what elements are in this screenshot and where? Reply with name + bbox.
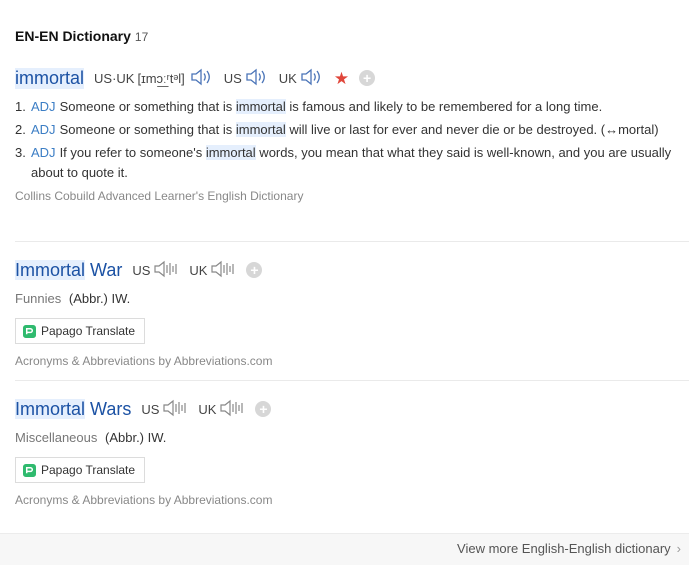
star-icon[interactable]: ★ bbox=[334, 70, 349, 87]
pronunciation-us: US bbox=[141, 398, 188, 421]
abbreviation-meaning: Miscellaneous (Abbr.) IW. bbox=[15, 430, 167, 445]
papago-translate-button[interactable]: Papago Translate bbox=[15, 457, 146, 483]
result-count: 17 bbox=[134, 30, 149, 44]
part-of-speech: ADJ bbox=[31, 99, 56, 114]
add-wordbook-icon[interactable]: + bbox=[255, 401, 272, 417]
headword-link[interactable]: Immortal War bbox=[15, 259, 122, 281]
entry-immortal: immortal US·UK [ɪmɔ͟ːʳtᵊl] US UK ★ + 1. … bbox=[15, 65, 689, 203]
highlighted-term: immortal bbox=[235, 122, 286, 137]
pronunciation-us-uk: US·UK [ɪmɔ͟ːʳtᵊl] bbox=[94, 67, 214, 90]
footer-bar: View more English-English dictionary › bbox=[0, 533, 689, 565]
add-wordbook-icon[interactable]: + bbox=[359, 70, 376, 86]
papago-icon bbox=[23, 463, 36, 477]
pronunciation-us: US bbox=[224, 67, 269, 90]
entry-immortal-war: Immortal War US UK + Funnies (Abbr.) IW.… bbox=[15, 257, 689, 368]
category-label: Miscellaneous bbox=[15, 430, 98, 445]
section-title: EN-EN Dictionary bbox=[15, 28, 131, 44]
headword-link[interactable]: immortal bbox=[15, 67, 85, 89]
category-label: Funnies bbox=[15, 291, 62, 306]
definition-item: 3. ADJ If you refer to someone's immortal… bbox=[15, 145, 672, 180]
dictionary-source: Acronyms & Abbreviations by Abbreviation… bbox=[15, 493, 273, 507]
highlighted-term: immortal bbox=[235, 99, 286, 114]
papago-icon bbox=[23, 324, 36, 338]
chevron-right-icon: › bbox=[676, 541, 681, 556]
phonetic-transcription: [ɪmɔ͟ːʳtᵊl] bbox=[137, 70, 185, 86]
speaker-icon[interactable] bbox=[245, 67, 269, 90]
section-header: EN-EN Dictionary 17 bbox=[15, 28, 148, 44]
speaker-icon[interactable] bbox=[190, 67, 214, 90]
speaker-icon[interactable] bbox=[300, 67, 324, 90]
divider bbox=[15, 380, 689, 381]
headword-link[interactable]: Immortal Wars bbox=[15, 398, 131, 420]
definition-item: 2. ADJ Someone or something that is immor… bbox=[15, 122, 659, 137]
add-wordbook-icon[interactable]: + bbox=[246, 262, 263, 278]
definition-list: 1. ADJ Someone or something that is immor… bbox=[15, 97, 689, 183]
pronunciation-us: US bbox=[132, 259, 179, 282]
dictionary-source: Collins Cobuild Advanced Learner's Engli… bbox=[15, 189, 304, 203]
entry-immortal-wars: Immortal Wars US UK + Miscellaneous (Abb… bbox=[15, 396, 689, 507]
speaker-icon[interactable] bbox=[210, 259, 236, 282]
abbreviation-meaning: Funnies (Abbr.) IW. bbox=[15, 291, 131, 306]
pronunciation-uk: UK bbox=[189, 259, 236, 282]
part-of-speech: ADJ bbox=[31, 145, 56, 160]
speaker-icon[interactable] bbox=[153, 259, 179, 282]
divider bbox=[15, 241, 689, 242]
pronunciation-uk: UK bbox=[198, 398, 245, 421]
part-of-speech: ADJ bbox=[31, 122, 56, 137]
papago-translate-button[interactable]: Papago Translate bbox=[15, 318, 146, 344]
view-more-link[interactable]: View more English-English dictionary › bbox=[457, 541, 681, 556]
highlighted-term: immortal bbox=[205, 145, 256, 160]
definition-item: 1. ADJ Someone or something that is immor… bbox=[15, 99, 603, 114]
dictionary-source: Acronyms & Abbreviations by Abbreviation… bbox=[15, 354, 273, 368]
speaker-icon[interactable] bbox=[162, 398, 188, 421]
pronunciation-uk: UK bbox=[279, 67, 324, 90]
speaker-icon[interactable] bbox=[219, 398, 245, 421]
